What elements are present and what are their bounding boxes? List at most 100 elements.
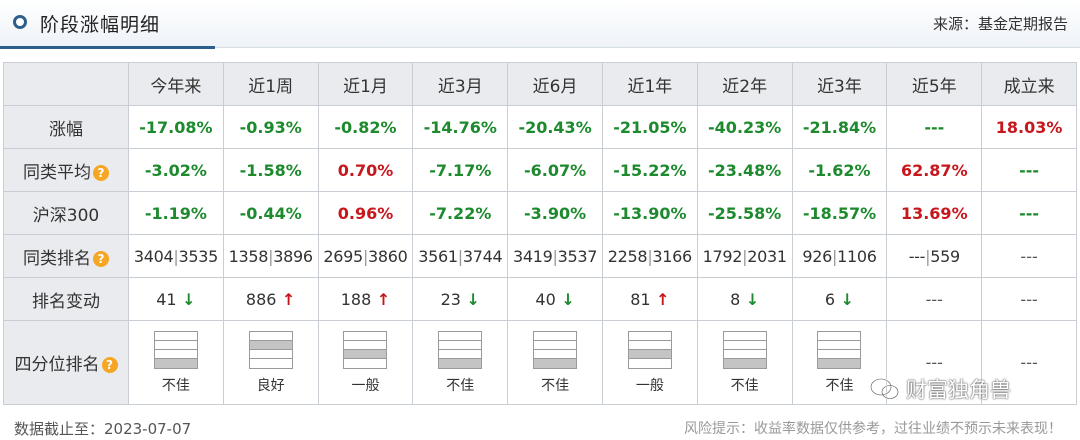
table-cell: 23 ↓ [412,277,509,321]
pct-value: -1.62% [808,160,871,180]
row-header: 四分位排名? [3,320,129,405]
table-cell: 2695|3860 [317,234,414,278]
arrow-up-icon: ↑ [276,289,296,309]
table-cell: -3.90% [507,191,603,235]
pct-value: -0.44% [239,203,302,223]
pct-value: -6.07% [524,160,587,180]
table-cell: 62.87% [886,148,983,192]
quartile-segment [344,349,387,359]
quartile-bar [248,330,293,369]
pct-value: -25.58% [708,203,782,223]
table-cell: -20.43% [507,105,603,149]
table-cell: 不佳 [507,320,603,405]
table-cell: -40.23% [696,105,793,149]
quartile-bar [438,330,483,369]
table-row-zhangfu: 涨幅 -17.08% -0.93% -0.82% -14.76% -20.43% -21.0… [3,105,1077,149]
table-cell: -15.22% [601,148,698,192]
data-date-label: 数据截止至：2023-07-07 [14,420,192,438]
quartile-bar [343,330,388,369]
change-value: 41 [156,289,177,309]
table-cell: -0.82% [317,105,414,149]
column-header: 近3月 [412,62,509,106]
rank-position: 2695 [323,246,363,266]
quartile-value: --- [1020,353,1038,372]
table-cell: --- [981,277,1077,321]
change-value: --- [925,289,943,309]
table-cell: -7.22% [412,191,509,235]
quartile-segment [154,331,197,341]
pct-value: 0.96% [337,203,394,223]
column-header: 近2年 [696,62,793,106]
column-header: 近5年 [886,62,983,106]
question-circle-icon[interactable]: ? [93,164,109,181]
table-cell: 40 ↓ [507,277,603,321]
rank-position: 3561 [418,246,458,266]
table-cell: --- [886,105,983,149]
circle-bullet-icon [13,15,27,29]
wechat-icon [870,378,899,400]
table-cell: 1792|2031 [696,234,793,278]
quartile-segment [723,358,766,368]
quartile-segment [534,340,577,350]
table-cell: -21.84% [791,105,888,149]
table-cell: 不佳 [412,320,509,405]
quartile-segment [249,340,292,350]
quartile-segment [818,340,861,350]
quartile-label: 不佳 [446,377,475,394]
arrow-down-icon: ↓ [555,289,575,309]
pct-value: -21.84% [802,117,877,137]
change-value: 8 [730,289,741,309]
table-cell: 8 ↓ [696,277,793,321]
quartile-value: --- [925,353,943,372]
rank-position: --- [908,246,926,266]
quartile-segment [628,349,671,359]
quartile-label: 一般 [351,377,380,394]
table-row-hs300: 沪深300 -1.19% -0.44% 0.96% -7.22% -3.90% -13.90… [3,191,1077,235]
column-header: 近6月 [507,62,603,106]
quartile-segment [344,358,387,368]
table-cell: -23.48% [696,148,793,192]
table-cell: 一般 [317,320,414,405]
quartile-label: 不佳 [730,377,759,394]
rank-total: 3166 [652,246,692,266]
table-cell: -21.05% [601,105,698,149]
pct-value: -15.22% [613,160,687,180]
rank-total: 3896 [273,246,313,266]
change-value: 188 [340,289,372,309]
watermark-text: 财富独角兽 [906,378,1011,402]
pct-value: --- [924,117,945,137]
table-corner [3,62,129,106]
row-label: 四分位排名 [14,355,100,375]
quartile-segment [154,340,197,350]
rank-position: 3404 [133,246,174,266]
row-label: 沪深300 [32,205,100,226]
rank-value: 2258|3166 [608,247,692,266]
quartile-segment [439,340,482,350]
rank-value: ---|559 [909,247,960,266]
quartile-bar [627,330,672,369]
quartile-segment [534,358,577,368]
table-cell: -6.07% [507,148,603,192]
pct-value: -3.02% [144,160,207,180]
quartile-label: 不佳 [541,377,570,394]
quartile-segment [439,358,482,368]
table-cell: --- [886,277,983,321]
column-header: 近1月 [317,62,414,106]
column-header: 近1年 [601,62,698,106]
table-cell: -0.44% [222,191,319,235]
table-cell: 1358|3896 [222,234,319,278]
pct-value: -23.48% [708,160,782,180]
quartile-bar [817,330,862,369]
rank-position: 926 [802,246,832,266]
quartile-segment [818,358,861,368]
question-circle-icon[interactable]: ? [93,250,109,267]
rank-value: 926|1106 [802,246,877,266]
arrow-up-icon: ↑ [371,289,391,309]
table-header-row: 今年来 近1周 近1月 近3月 近6月 近1年 近2年 近3年 近5年 成立来 [3,62,1077,106]
table-cell: --- [981,148,1077,192]
table-cell: -1.19% [128,191,224,235]
question-circle-icon[interactable]: ? [101,357,118,373]
pct-value: 13.69% [900,203,968,223]
table-cell: 0.96% [317,191,414,235]
quartile-segment [534,331,577,341]
